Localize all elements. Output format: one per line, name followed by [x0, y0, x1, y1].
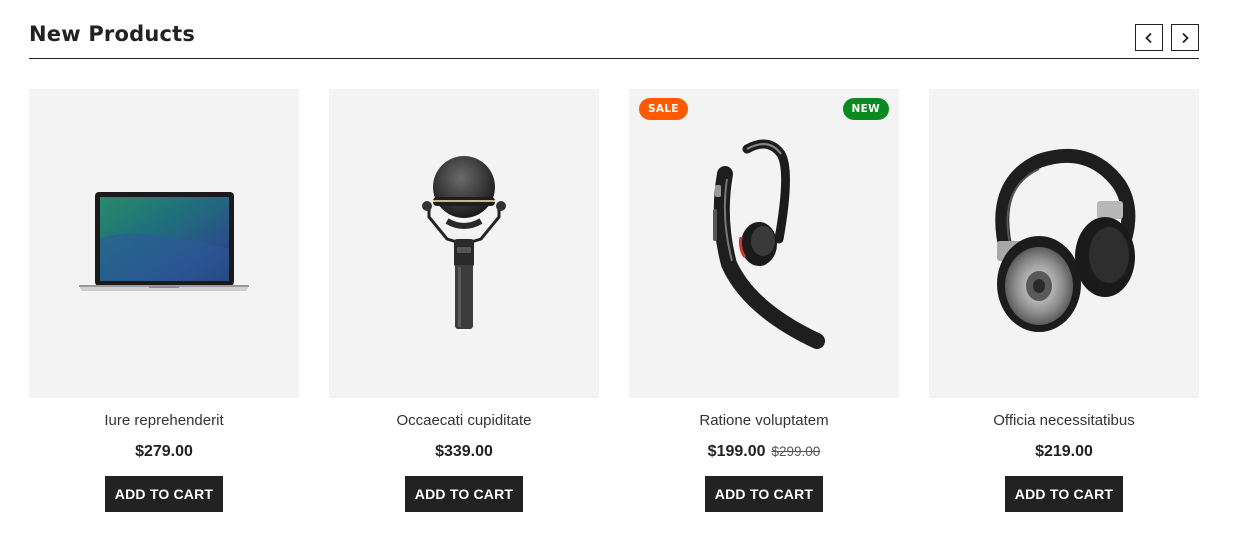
section-header: New Products — [29, 0, 1199, 59]
price-row: $219.00 — [929, 443, 1199, 461]
product-grid: Iure reprehenderit $279.00 ADD TO CART O… — [29, 89, 1199, 529]
carousel-prev-button[interactable] — [1135, 24, 1163, 51]
new-products-section: New Products Iure reprehenderit $279.00 … — [29, 0, 1199, 543]
microphone-image — [422, 156, 506, 329]
chevron-right-icon — [1182, 32, 1189, 43]
price-row: $339.00 — [329, 443, 599, 461]
price-row: $279.00 — [29, 443, 299, 461]
product-price: $279.00 — [135, 443, 193, 460]
add-to-cart-button[interactable]: ADD TO CART — [1005, 476, 1123, 512]
add-to-cart-button[interactable]: ADD TO CART — [705, 476, 823, 512]
product-name[interactable]: Iure reprehenderit — [29, 412, 299, 429]
add-to-cart-button[interactable]: ADD TO CART — [405, 476, 523, 512]
product-name[interactable]: Ratione voluptatem — [629, 412, 899, 429]
chevron-left-icon — [1145, 32, 1152, 43]
product-card: Officia necessitatibus $219.00 ADD TO CA… — [929, 89, 1199, 529]
product-image-link[interactable] — [29, 89, 299, 398]
product-old-price: $299.00 — [771, 444, 821, 459]
headphones-image — [995, 148, 1136, 332]
price-row: $199.00 $299.00 — [629, 443, 899, 461]
product-price: $219.00 — [1035, 443, 1093, 460]
product-price: $199.00 — [707, 443, 766, 460]
product-name[interactable]: Occaecati cupiditate — [329, 412, 599, 429]
product-image-link[interactable]: SALE NEW — [629, 89, 899, 398]
product-image-link[interactable] — [329, 89, 599, 398]
product-image-link[interactable] — [929, 89, 1199, 398]
product-name[interactable]: Officia necessitatibus — [929, 412, 1199, 429]
product-card: Occaecati cupiditate $339.00 ADD TO CART — [329, 89, 599, 529]
bluetooth-headset-image — [713, 139, 825, 349]
laptop-image — [79, 192, 249, 291]
product-card: SALE NEW Ratione voluptatem $199.00 $299.… — [629, 89, 899, 529]
section-title: New Products — [29, 22, 196, 46]
add-to-cart-button[interactable]: ADD TO CART — [105, 476, 223, 512]
product-price: $339.00 — [435, 443, 493, 460]
product-card: Iure reprehenderit $279.00 ADD TO CART — [29, 89, 299, 529]
carousel-next-button[interactable] — [1171, 24, 1199, 51]
